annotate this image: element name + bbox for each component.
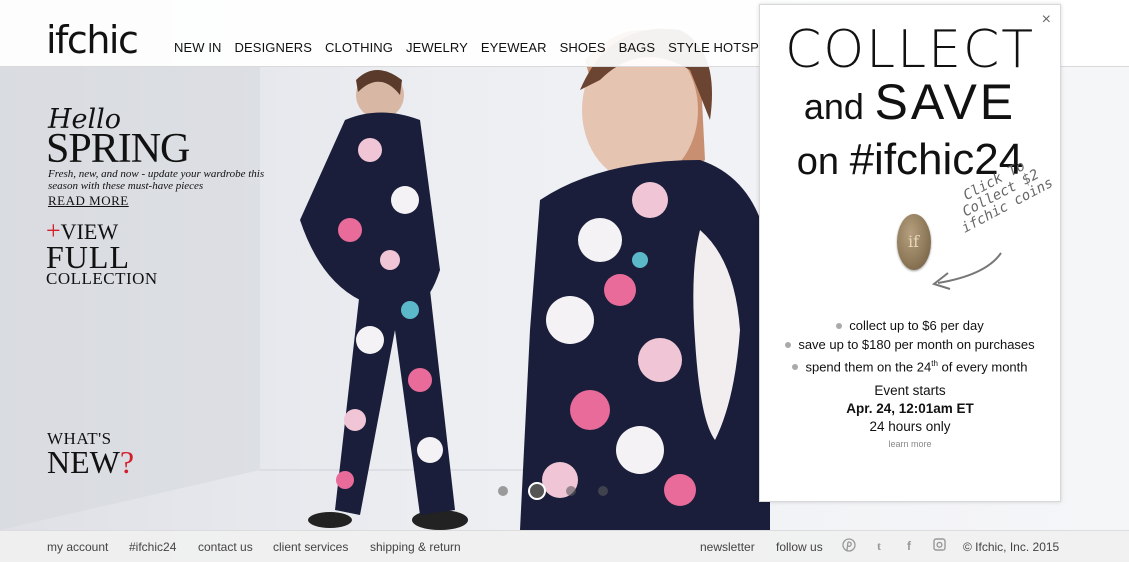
hero-spring-title: SPRING bbox=[46, 126, 190, 172]
bullet-icon bbox=[792, 363, 799, 370]
popup-collect-heading: COLLECT bbox=[784, 20, 1036, 80]
footer-my-account[interactable]: my account bbox=[47, 540, 108, 554]
coin-mark: if bbox=[908, 232, 920, 251]
footer-contact-us[interactable]: contact us bbox=[198, 540, 253, 554]
footer-newsletter[interactable]: newsletter bbox=[700, 540, 755, 554]
popup-and: and bbox=[803, 86, 864, 127]
slide-dot-4[interactable] bbox=[598, 486, 608, 496]
nav-eyewear[interactable]: EYEWEAR bbox=[481, 40, 547, 55]
main-nav: NEW IN DESIGNERS CLOTHING JEWELRY EYEWEA… bbox=[174, 40, 790, 55]
list-item: save up to $180 per month on purchases bbox=[760, 335, 1060, 354]
nav-jewelry[interactable]: JEWELRY bbox=[406, 40, 468, 55]
footer-ifchic24[interactable]: #ifchic24 bbox=[129, 540, 176, 554]
slide-dot-1[interactable] bbox=[498, 486, 508, 496]
model-standing bbox=[300, 70, 468, 530]
slide-dot-2-active[interactable] bbox=[528, 482, 546, 500]
logo[interactable]: ifchic bbox=[46, 20, 139, 60]
pinterest-icon[interactable] bbox=[841, 538, 857, 554]
event-starts-label: Event starts bbox=[874, 383, 946, 398]
list-item: collect up to $6 per day bbox=[760, 316, 1060, 335]
learn-more-link[interactable]: learn more bbox=[760, 439, 1060, 449]
list-item: spend them on the 24th of every month bbox=[760, 354, 1060, 376]
nav-clothing[interactable]: CLOTHING bbox=[325, 40, 393, 55]
popup-save: SAVE bbox=[874, 74, 1017, 130]
event-date: Apr. 24, 12:01am ET bbox=[846, 401, 974, 416]
benefits-list: collect up to $6 per day save up to $180… bbox=[760, 316, 1060, 376]
instagram-icon[interactable] bbox=[931, 538, 947, 554]
event-duration: 24 hours only bbox=[869, 419, 951, 434]
bullet-icon bbox=[785, 341, 792, 348]
footer-follow-us: follow us bbox=[776, 540, 823, 554]
promo-popup: × COLLECT and SAVE on #ifchic24 if Click… bbox=[759, 4, 1061, 502]
footer-client-services[interactable]: client services bbox=[273, 540, 348, 554]
footer-shipping-return[interactable]: shipping & return bbox=[370, 540, 461, 554]
nav-shoes[interactable]: SHOES bbox=[560, 40, 606, 55]
question-mark: ? bbox=[119, 444, 135, 480]
nav-new-in[interactable]: NEW IN bbox=[174, 40, 222, 55]
arrow-icon bbox=[931, 252, 1002, 290]
slide-dot-3[interactable] bbox=[566, 486, 576, 496]
read-more-link[interactable]: READ MORE bbox=[48, 193, 129, 209]
new-label: NEW bbox=[47, 444, 120, 480]
tumblr-icon[interactable]: t bbox=[871, 538, 887, 554]
nav-bags[interactable]: BAGS bbox=[619, 40, 656, 55]
collection-label[interactable]: COLLECTION bbox=[46, 269, 158, 289]
event-info: Event starts Apr. 24, 12:01am ET 24 hour… bbox=[760, 382, 1060, 436]
copyright: © Ifchic, Inc. 2015 bbox=[963, 540, 1060, 554]
nav-designers[interactable]: DESIGNERS bbox=[235, 40, 312, 55]
site-footer: my account #ifchic24 contact us client s… bbox=[0, 530, 1129, 562]
popup-on: on bbox=[796, 141, 840, 183]
bullet-icon bbox=[836, 322, 843, 329]
hero-tagline: Fresh, new, and now - update your wardro… bbox=[48, 168, 265, 192]
popup-and-save: and SAVE bbox=[760, 77, 1060, 132]
model-closeup bbox=[520, 28, 770, 530]
facebook-icon[interactable]: f bbox=[901, 538, 917, 554]
whats-new-link[interactable]: NEW? bbox=[47, 444, 134, 480]
